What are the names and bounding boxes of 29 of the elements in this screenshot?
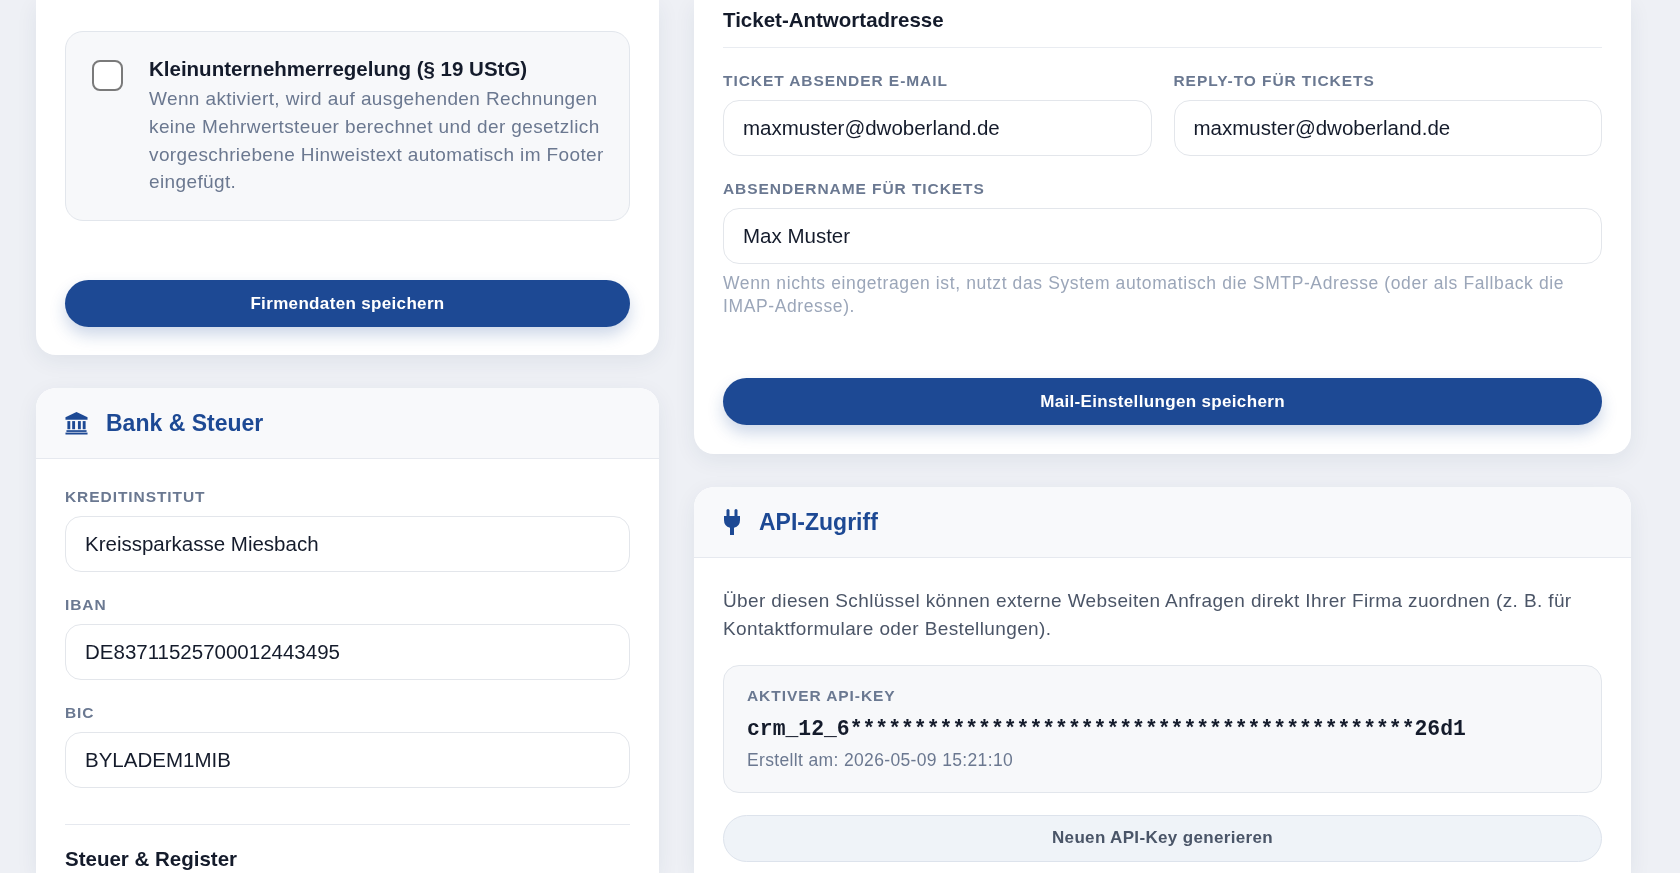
field-label: TICKET ABSENDER E-MAIL <box>723 72 949 90</box>
option-title: Kleinunternehmerregelung (§ 19 UStG) <box>149 57 529 80</box>
field-label: ABSENDERNAME FÜR TICKETS <box>723 180 986 198</box>
field-label: KREDITINSTITUT <box>65 488 207 507</box>
text-field[interactable]: Max Muster <box>723 208 1602 264</box>
text-field[interactable]: Kreissparkasse Miesbach <box>65 516 630 573</box>
card-title: API-Zugriff <box>759 508 878 537</box>
checkbox[interactable] <box>92 60 123 91</box>
created-timestamp: Erstellt am: 2026-05-09 15:21:10 <box>747 748 1015 771</box>
api-key-value: crm_12_6********************************************26d1 <box>747 715 1467 742</box>
text-field[interactable]: maxmuster@dwoberland.de <box>1173 100 1602 156</box>
description-text: Über diesen Schlüssel können externe Webseiten Anfragen direkt Ihrer Firma zuordnen (z. B. für Kontaktformulare oder Bestellungen). <box>723 589 1573 641</box>
save-button[interactable]: Mail-Einstellungen speichern <box>723 378 1602 425</box>
field-label: BIC <box>65 704 96 723</box>
card-title: Bank & Steuer <box>106 409 264 439</box>
text-field[interactable]: maxmuster@dwoberland.de <box>723 100 1152 156</box>
section-heading: Ticket-Antwortadresse <box>723 8 945 31</box>
generate-key-button[interactable]: Neuen API-Key generieren <box>723 814 1602 862</box>
text-field[interactable]: DE83711525700012443495 <box>65 624 630 681</box>
field-label: IBAN <box>65 596 108 615</box>
plug-icon <box>723 509 741 535</box>
option-description: Wenn aktiviert, wird auf ausgehenden Rechnungen keine Mehrwertsteuer berechnet und der gesetzlich vorgeschriebene Hinweistext automatisch im Footer eingefügt. <box>149 87 605 195</box>
text-field[interactable]: BYLADEM1MIB <box>65 732 630 789</box>
bank-icon <box>65 411 88 436</box>
field-label: REPLY-TO FÜR TICKETS <box>1173 72 1376 90</box>
hint-text: Wenn nichts eingetragen ist, nutzt das System automatisch die SMTP-Adresse (oder als Fallback die IMAP-Adresse). <box>723 272 1566 318</box>
save-button[interactable]: Firmendaten speichern <box>65 280 630 328</box>
section-heading: Steuer & Register <box>65 847 239 871</box>
field-label: AKTIVER API-KEY <box>747 686 897 705</box>
